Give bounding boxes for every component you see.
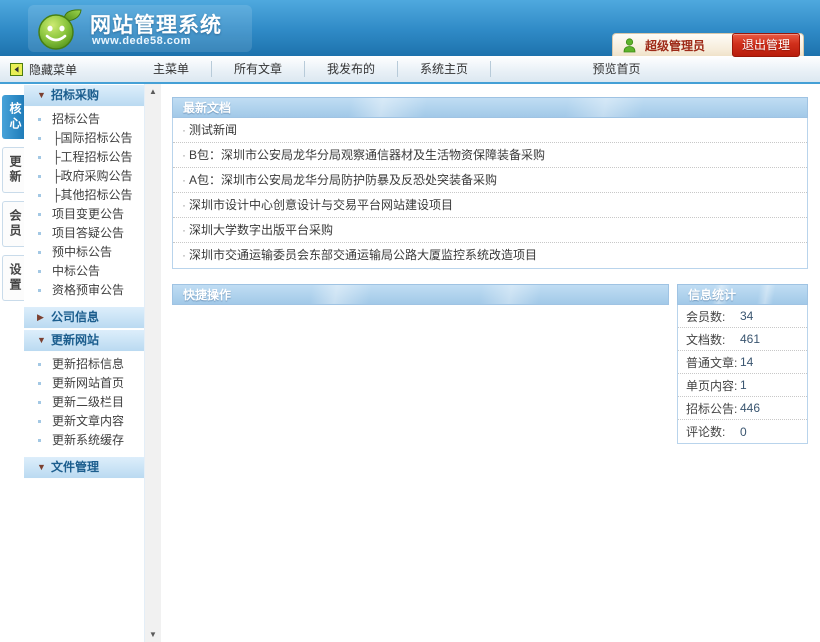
sidebar-item[interactable]: 更新网站首页 xyxy=(24,374,144,393)
sidebar-item[interactable]: 更新二级栏目 xyxy=(24,393,144,412)
stat-label: 评论数: xyxy=(686,423,740,440)
sidebar-section-header[interactable]: ▼文件管理 xyxy=(24,456,144,479)
frame-scrollbar[interactable]: ▲ ▼ xyxy=(145,84,161,642)
app-subtitle: www.dede58.com xyxy=(92,35,191,47)
admin-bar: 超级管理员 退出管理 xyxy=(612,33,804,56)
admin-username: 超级管理员 xyxy=(645,37,705,54)
sidebar-item[interactable]: 更新招标信息 xyxy=(24,355,144,374)
chevron-down-icon: ▼ xyxy=(37,329,49,352)
stat-value: 1 xyxy=(740,378,747,392)
sidebar-item[interactable]: 更新系统缓存 xyxy=(24,431,144,450)
sidebar-section-label: 招标采购 xyxy=(51,84,99,107)
nav-item[interactable]: 我发布的 xyxy=(304,61,397,77)
quick-actions-panel: 快捷操作 xyxy=(172,284,669,444)
main-area: 核心更新会员设置 ▼招标采购招标公告├国际招标公告├工程招标公告├政府采购公告├… xyxy=(0,84,820,642)
hide-menu-button[interactable]: 隐藏菜单 xyxy=(10,61,77,78)
stat-value: 0 xyxy=(740,425,747,439)
user-icon xyxy=(623,38,636,53)
sidebar-item[interactable]: 中标公告 xyxy=(24,262,144,281)
stat-row: 招标公告:446 xyxy=(678,397,807,420)
sidebar-item[interactable]: 预中标公告 xyxy=(24,243,144,262)
stat-row: 评论数:0 xyxy=(678,420,807,443)
module-tab-会员[interactable]: 会员 xyxy=(2,201,24,247)
sidebar-section-label: 更新网站 xyxy=(51,329,99,352)
stat-value: 34 xyxy=(740,309,753,323)
app-header: 网站管理系统 www.dede58.com 超级管理员 退出管理 xyxy=(0,0,820,56)
nav-item[interactable]: 主菜单 xyxy=(131,61,211,77)
stat-label: 单页内容: xyxy=(686,377,740,394)
sidebar-menu: ▼招标采购招标公告├国际招标公告├工程招标公告├政府采购公告├其他招标公告项目变… xyxy=(24,84,145,642)
navbar-menu: 主菜单所有文章我发布的系统主页预览首页 xyxy=(131,56,742,82)
sidebar-item[interactable]: ├政府采购公告 xyxy=(24,167,144,186)
stat-label: 普通文章: xyxy=(686,354,740,371)
stats-list: 会员数:34文档数:461普通文章:14单页内容:1招标公告:446评论数:0 xyxy=(677,305,808,444)
doc-list-item[interactable]: 深圳市设计中心创意设计与交易平台网站建设项目 xyxy=(173,193,807,218)
sidebar-section-label: 文件管理 xyxy=(51,456,99,479)
hide-menu-icon xyxy=(10,63,23,76)
stat-row: 会员数:34 xyxy=(678,305,807,328)
top-navbar: 隐藏菜单 主菜单所有文章我发布的系统主页预览首页 xyxy=(0,56,820,84)
latest-docs-panel: 最新文档 测试新闻B包：深圳市公安局龙华分局观察通信器材及生活物资保障装备采购A… xyxy=(172,97,808,269)
doc-list-item[interactable]: 深圳市交通运输委员会东部交通运输局公路大厦监控系统改造项目 xyxy=(173,243,807,268)
module-tab-更新[interactable]: 更新 xyxy=(2,147,24,193)
scroll-down-icon[interactable]: ▼ xyxy=(145,630,161,639)
chevron-right-icon: ▶ xyxy=(37,306,49,329)
module-tabstrip: 核心更新会员设置 xyxy=(0,84,24,642)
quick-actions-header: 快捷操作 xyxy=(172,284,669,305)
latest-docs-header: 最新文档 xyxy=(172,97,808,118)
sidebar-section-header[interactable]: ▼招标采购 xyxy=(24,84,144,107)
sidebar-item[interactable]: 资格预审公告 xyxy=(24,281,144,300)
sidebar-item[interactable]: 招标公告 xyxy=(24,110,144,129)
stat-value: 461 xyxy=(740,332,760,346)
chevron-down-icon: ▼ xyxy=(37,84,49,107)
sidebar-item[interactable]: 项目变更公告 xyxy=(24,205,144,224)
scroll-up-icon[interactable]: ▲ xyxy=(145,87,161,96)
module-tab-设置[interactable]: 设置 xyxy=(2,255,24,301)
logout-button[interactable]: 退出管理 xyxy=(732,33,800,57)
nav-item[interactable]: 系统主页 xyxy=(397,61,490,77)
hide-menu-label: 隐藏菜单 xyxy=(29,61,77,78)
stat-row: 普通文章:14 xyxy=(678,351,807,374)
stat-row: 文档数:461 xyxy=(678,328,807,351)
stat-row: 单页内容:1 xyxy=(678,374,807,397)
doc-list-item[interactable]: 测试新闻 xyxy=(173,118,807,143)
latest-docs-list: 测试新闻B包：深圳市公安局龙华分局观察通信器材及生活物资保障装备采购A包：深圳市… xyxy=(172,118,808,269)
stats-panel: 信息统计 会员数:34文档数:461普通文章:14单页内容:1招标公告:446评… xyxy=(677,284,808,444)
sidebar-section-items: 招标公告├国际招标公告├工程招标公告├政府采购公告├其他招标公告项目变更公告项目… xyxy=(24,107,144,306)
sidebar-item[interactable]: 项目答疑公告 xyxy=(24,224,144,243)
sidebar-section-label: 公司信息 xyxy=(51,306,99,329)
stat-label: 文档数: xyxy=(686,331,740,348)
stat-value: 446 xyxy=(740,401,760,415)
sidebar-section-items: 更新招标信息更新网站首页更新二级栏目更新文章内容更新系统缓存 xyxy=(24,352,144,456)
sidebar-item[interactable]: ├工程招标公告 xyxy=(24,148,144,167)
stats-header: 信息统计 xyxy=(677,284,808,305)
nav-item[interactable]: 预览首页 xyxy=(490,61,742,77)
bottom-row: 快捷操作 信息统计 会员数:34文档数:461普通文章:14单页内容:1招标公告… xyxy=(172,284,808,444)
stat-label: 会员数: xyxy=(686,308,740,325)
chevron-down-icon: ▼ xyxy=(37,456,49,479)
doc-list-item[interactable]: 深圳大学数字出版平台采购 xyxy=(173,218,807,243)
doc-list-item[interactable]: B包：深圳市公安局龙华分局观察通信器材及生活物资保障装备采购 xyxy=(173,143,807,168)
sidebar-item[interactable]: ├其他招标公告 xyxy=(24,186,144,205)
smiley-logo-icon xyxy=(36,6,84,55)
nav-item[interactable]: 所有文章 xyxy=(211,61,304,77)
stat-label: 招标公告: xyxy=(686,400,740,417)
module-tab-核心[interactable]: 核心 xyxy=(2,95,24,139)
stat-value: 14 xyxy=(740,355,753,369)
sidebar-section-header[interactable]: ▶公司信息 xyxy=(24,306,144,329)
sidebar-section-header[interactable]: ▼更新网站 xyxy=(24,329,144,352)
sidebar-item[interactable]: 更新文章内容 xyxy=(24,412,144,431)
content-area: 最新文档 测试新闻B包：深圳市公安局龙华分局观察通信器材及生活物资保障装备采购A… xyxy=(161,84,820,642)
doc-list-item[interactable]: A包：深圳市公安局龙华分局防护防暴及反恐处突装备采购 xyxy=(173,168,807,193)
sidebar-item[interactable]: ├国际招标公告 xyxy=(24,129,144,148)
